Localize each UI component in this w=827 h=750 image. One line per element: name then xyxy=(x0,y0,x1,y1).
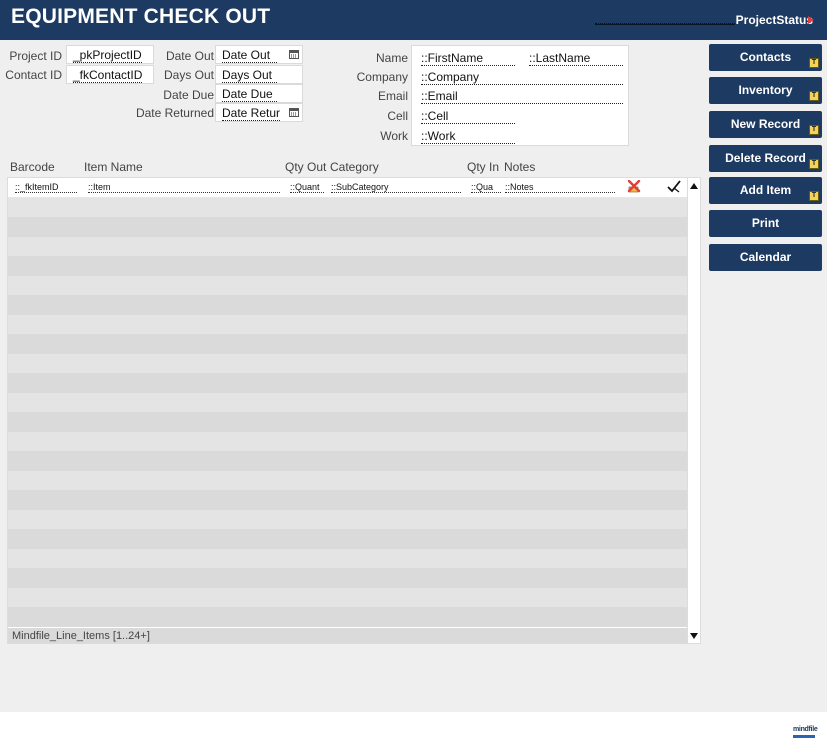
first-name-field[interactable]: ::FirstName xyxy=(421,52,515,66)
mindfile-logo-text: mindfile xyxy=(793,726,818,733)
item-name-cell[interactable]: ::Item xyxy=(88,182,280,193)
calendar-button-label: Calendar xyxy=(739,250,792,264)
table-row[interactable] xyxy=(8,392,687,412)
column-header-barcode: Barcode xyxy=(10,160,55,174)
project-status-field[interactable]: ProjectStatus xyxy=(736,13,813,27)
date-out-calendar-icon[interactable] xyxy=(289,50,299,59)
table-row[interactable] xyxy=(8,490,687,510)
date-returned-label: Date Returned xyxy=(135,106,214,120)
date-due-label: Date Due xyxy=(163,88,214,102)
table-row[interactable] xyxy=(8,587,687,607)
column-header-qty-out: Qty Out xyxy=(285,160,327,174)
project-id-label: Project ID xyxy=(9,49,62,63)
table-row[interactable] xyxy=(8,275,687,295)
table-row[interactable] xyxy=(8,295,687,315)
tag-icon: T xyxy=(809,58,819,68)
table-row[interactable]: ::_fkItemID ::Item ::Quant ::SubCategory… xyxy=(8,178,687,198)
table-row[interactable] xyxy=(8,373,687,393)
delete-record-button-label: Delete Record xyxy=(725,151,806,165)
days-out-label: Days Out xyxy=(163,68,214,82)
column-header-qty-in: Qty In xyxy=(467,160,500,174)
contact-id-label: Contact ID xyxy=(5,68,62,82)
print-button[interactable]: Print xyxy=(709,210,822,237)
email-field[interactable]: ::Email xyxy=(421,90,623,104)
column-header-category: Category xyxy=(330,160,379,174)
table-row[interactable] xyxy=(8,314,687,334)
company-label: Company xyxy=(356,70,408,84)
new-record-button[interactable]: New Record T xyxy=(709,111,822,138)
scroll-up-arrow-icon[interactable] xyxy=(690,183,698,189)
table-row[interactable] xyxy=(8,509,687,529)
tag-icon: T xyxy=(809,159,819,169)
mindfile-logo: mindfile xyxy=(793,724,818,738)
tag-icon: T xyxy=(809,191,819,201)
line-items-portal[interactable]: ::_fkItemID ::Item ::Quant ::SubCategory… xyxy=(7,177,701,644)
work-field[interactable]: ::Work xyxy=(421,130,515,144)
work-label: Work xyxy=(380,129,408,143)
portal-rows: ::_fkItemID ::Item ::Quant ::SubCategory… xyxy=(8,178,687,643)
header-bar: EQUIPMENT CHECK OUT ProjectStatus xyxy=(0,0,827,40)
column-header-item-name: Item Name xyxy=(84,160,143,174)
tag-icon: T xyxy=(809,91,819,101)
table-row[interactable] xyxy=(8,334,687,354)
page-title: EQUIPMENT CHECK OUT xyxy=(11,5,271,28)
status-bar xyxy=(0,712,827,750)
notes-cell[interactable]: ::Notes xyxy=(505,182,615,193)
table-row[interactable] xyxy=(8,568,687,588)
date-out-label: Date Out xyxy=(165,49,214,63)
email-label: Email xyxy=(377,89,408,103)
contacts-button[interactable]: Contacts T xyxy=(709,44,822,71)
contact-info-box: ::FirstName ::LastName ::Company ::Email… xyxy=(411,45,629,146)
table-row[interactable] xyxy=(8,353,687,373)
qty-out-cell[interactable]: ::Quant xyxy=(290,182,324,193)
date-returned-calendar-icon[interactable] xyxy=(289,108,299,117)
add-item-button-label: Add Item xyxy=(739,183,792,197)
table-row[interactable] xyxy=(8,607,687,627)
column-header-notes: Notes xyxy=(504,160,536,174)
table-row[interactable] xyxy=(8,470,687,490)
table-row[interactable] xyxy=(8,197,687,217)
portal-footer-label: Mindfile_Line_Items [1..24+] xyxy=(8,628,687,643)
checkin-row-icon[interactable] xyxy=(667,180,681,193)
table-row[interactable] xyxy=(8,529,687,549)
print-button-label: Print xyxy=(751,216,780,230)
portal-scrollbar[interactable] xyxy=(687,178,700,643)
project-status-field-underline xyxy=(595,24,735,25)
company-field[interactable]: ::Company xyxy=(421,71,623,85)
name-label: Name xyxy=(375,51,408,65)
add-item-button[interactable]: Add Item T xyxy=(709,177,822,204)
mindfile-logo-bar xyxy=(793,735,815,738)
cell-label: Cell xyxy=(387,109,408,123)
days-out-field[interactable]: Days Out xyxy=(215,65,303,84)
qty-in-cell[interactable]: ::Qua xyxy=(471,182,501,193)
table-row[interactable] xyxy=(8,256,687,276)
calendar-button[interactable]: Calendar xyxy=(709,244,822,271)
table-row[interactable] xyxy=(8,431,687,451)
scroll-down-arrow-icon[interactable] xyxy=(690,633,698,639)
table-row[interactable] xyxy=(8,217,687,237)
inventory-button-label: Inventory xyxy=(738,83,793,97)
table-row[interactable] xyxy=(8,548,687,568)
cell-field[interactable]: ::Cell xyxy=(421,110,515,124)
barcode-cell[interactable]: ::_fkItemID xyxy=(15,182,77,193)
delete-row-icon[interactable] xyxy=(627,180,641,193)
contacts-button-label: Contacts xyxy=(739,50,792,64)
category-cell[interactable]: ::SubCategory xyxy=(331,182,461,193)
new-record-button-label: New Record xyxy=(730,117,801,131)
inventory-button[interactable]: Inventory T xyxy=(709,77,822,104)
project-status-arrow-icon[interactable] xyxy=(808,16,814,24)
last-name-field[interactable]: ::LastName xyxy=(529,52,623,66)
table-row[interactable] xyxy=(8,451,687,471)
delete-record-button[interactable]: Delete Record T xyxy=(709,145,822,172)
table-row[interactable] xyxy=(8,412,687,432)
table-row[interactable] xyxy=(8,236,687,256)
date-due-field[interactable]: Date Due xyxy=(215,84,303,103)
tag-icon: T xyxy=(809,125,819,135)
